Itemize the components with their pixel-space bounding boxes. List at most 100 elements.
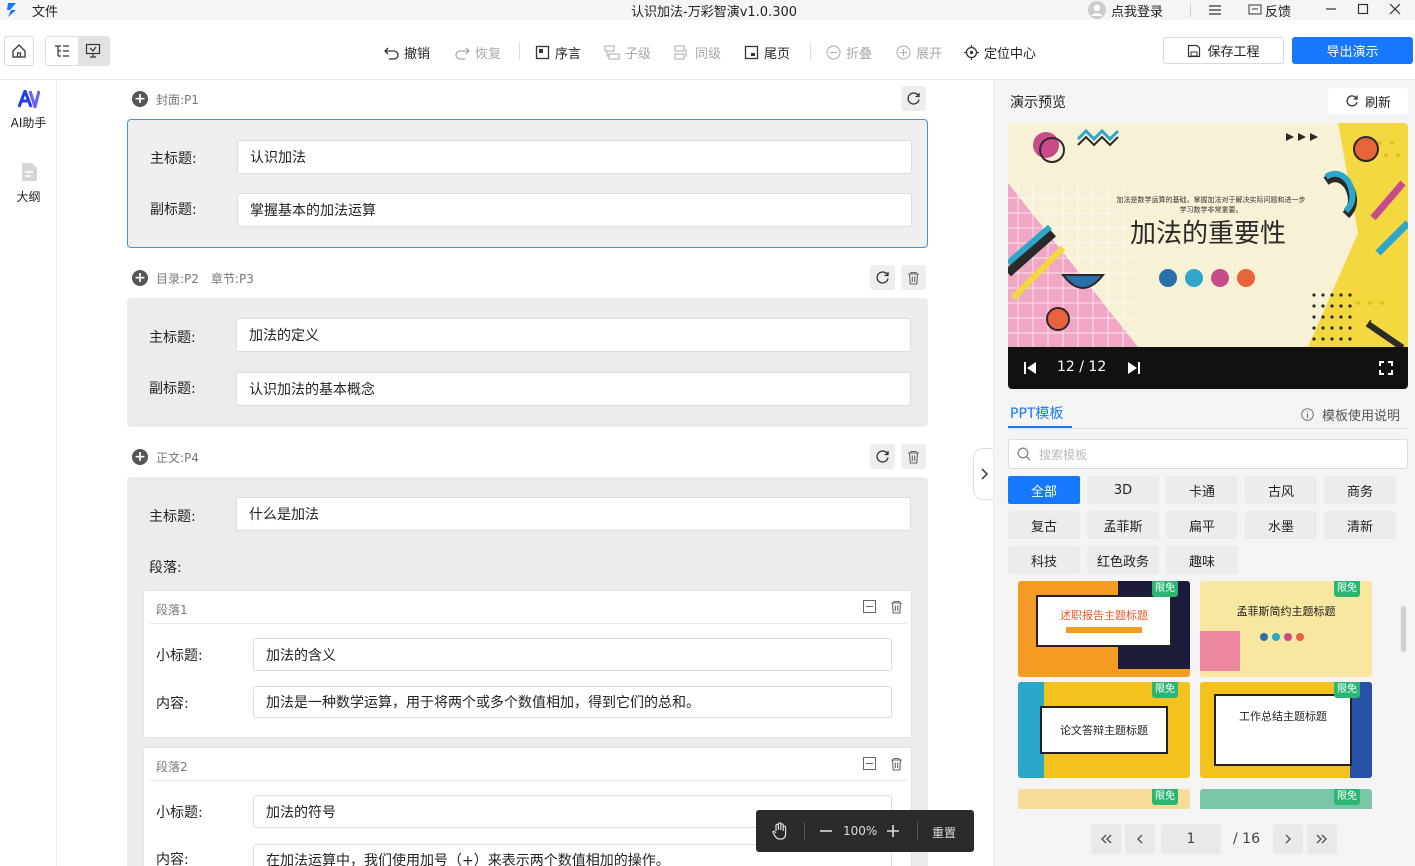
refresh-icon — [875, 449, 890, 464]
category-all[interactable]: 全部 — [1008, 476, 1080, 504]
toc-page-label: 目录:P2 — [156, 271, 199, 286]
left-rail: AI助手 大纲 — [0, 80, 57, 866]
delete-button[interactable] — [901, 265, 926, 290]
locate-center-button[interactable]: 定位中心 — [964, 42, 1036, 62]
collapse-paragraph-icon[interactable] — [863, 757, 876, 770]
collapse-button[interactable]: 折叠 — [826, 42, 872, 62]
close-icon[interactable] — [1389, 3, 1401, 15]
zoom-bar: 100% 重置 — [756, 810, 974, 852]
zoom-out-icon[interactable] — [819, 824, 833, 838]
template-thumbnail[interactable]: 限免 — [1018, 789, 1190, 809]
first-page-button[interactable] — [1091, 824, 1121, 854]
search-icon — [1017, 447, 1031, 461]
toggle-panel-button[interactable] — [973, 448, 993, 500]
maximize-icon[interactable] — [1357, 3, 1369, 15]
outline-nav[interactable]: 大纲 — [0, 162, 57, 205]
category-business[interactable]: 商务 — [1324, 476, 1396, 504]
zoom-reset-button[interactable]: 重置 — [932, 824, 956, 841]
sibling-icon — [674, 45, 690, 60]
login-button[interactable]: 点我登录 — [1088, 0, 1163, 20]
fullscreen-icon[interactable] — [1379, 361, 1393, 375]
add-icon[interactable]: + — [132, 270, 148, 286]
expand-button[interactable]: 展开 — [896, 42, 942, 62]
hand-tool-icon[interactable] — [770, 821, 790, 841]
zoom-in-icon[interactable] — [886, 824, 900, 838]
paragraph-content-input[interactable]: 加法是一种数学运算，用于将两个或多个数值相加，得到它们的总和。 — [253, 686, 892, 718]
paragraph-subheading-input[interactable]: 加法的含义 — [253, 638, 892, 671]
undo-button[interactable]: 撤销 — [384, 42, 430, 62]
collapse-icon — [826, 45, 841, 60]
category-retro[interactable]: 复古 — [1008, 511, 1080, 539]
sibling-button[interactable]: 同级 — [674, 42, 721, 62]
template-title: 工作总结主题标题 — [1239, 710, 1327, 723]
cover-card[interactable]: 主标题: 认识加法 副标题: 掌握基本的加法运算 — [127, 119, 928, 248]
free-badge: 限免 — [1334, 581, 1360, 597]
category-fresh[interactable]: 清新 — [1324, 511, 1396, 539]
divider — [519, 42, 520, 60]
cover-title-input[interactable]: 认识加法 — [237, 140, 912, 174]
add-icon[interactable]: + — [132, 91, 148, 107]
feedback-button[interactable]: 反馈 — [1248, 0, 1291, 20]
toc-card[interactable]: 主标题: 加法的定义 副标题: 认识加法的基本概念 — [127, 298, 928, 427]
category-red-gov[interactable]: 红色政务 — [1087, 546, 1159, 574]
trash-icon[interactable] — [890, 600, 903, 614]
prev-page-button[interactable] — [1125, 824, 1155, 854]
redo-button[interactable]: 恢复 — [455, 42, 501, 62]
save-project-button[interactable]: 保存工程 — [1163, 37, 1284, 64]
end-page-button[interactable]: 尾页 — [744, 42, 790, 62]
regenerate-button[interactable] — [870, 265, 895, 290]
skip-back-icon[interactable] — [1024, 362, 1037, 374]
template-thumbnail[interactable]: 工作总结主题标题 限免 — [1200, 682, 1372, 778]
end-page-icon — [744, 45, 759, 60]
file-menu[interactable]: 文件 — [32, 1, 58, 20]
outline-view-icon[interactable] — [46, 37, 78, 65]
export-button[interactable]: 导出演示 — [1292, 37, 1413, 64]
template-thumbnail[interactable]: 限免 — [1200, 789, 1372, 809]
child-button[interactable]: 子级 — [604, 42, 651, 62]
toc-subtitle-input[interactable]: 认识加法的基本概念 — [236, 372, 911, 406]
cover-subtitle-input[interactable]: 掌握基本的加法运算 — [237, 193, 912, 227]
presentation-view-icon[interactable] — [77, 37, 109, 65]
skip-forward-icon[interactable] — [1127, 362, 1140, 374]
tab-ppt-templates[interactable]: PPT模板 — [1010, 403, 1063, 423]
avatar-icon — [1088, 1, 1106, 19]
category-cartoon[interactable]: 卡通 — [1166, 476, 1238, 504]
collapse-paragraph-icon[interactable] — [863, 600, 876, 613]
page-input[interactable]: 1 — [1161, 824, 1221, 854]
trash-icon[interactable] — [890, 757, 903, 771]
template-search-input[interactable]: 搜索模板 — [1008, 439, 1408, 469]
add-icon[interactable]: + — [132, 449, 148, 465]
template-thumbnail[interactable]: 孟菲斯简约主题标题 限免 — [1200, 581, 1372, 677]
category-ink[interactable]: 水墨 — [1245, 511, 1317, 539]
toc-title-input[interactable]: 加法的定义 — [236, 318, 911, 352]
regenerate-button[interactable] — [870, 444, 895, 469]
category-memphis[interactable]: 孟菲斯 — [1087, 511, 1159, 539]
category-ancient[interactable]: 古风 — [1245, 476, 1317, 504]
template-thumbnail[interactable]: 论文答辩主题标题 限免 — [1018, 682, 1190, 778]
regenerate-button[interactable] — [901, 86, 926, 111]
paragraph-card[interactable]: 段落1 小标题: 加法的含义 内容: 加法是一种数学运算，用于将两个或多个数值相… — [143, 590, 912, 738]
category-3d[interactable]: 3D — [1087, 476, 1159, 504]
refresh-button[interactable]: 刷新 — [1328, 88, 1408, 114]
delete-button[interactable] — [901, 444, 926, 469]
menu-icon[interactable] — [1208, 3, 1222, 17]
slide-preview[interactable]: 加法是数学运算的基础，掌握加法对于解决实际问题和进一步学习数学非常重要。 加法的… — [1008, 123, 1408, 389]
preface-button[interactable]: 序言 — [535, 42, 581, 62]
ai-assistant-nav[interactable]: AI助手 — [0, 90, 57, 131]
body-title-input[interactable]: 什么是加法 — [236, 497, 911, 531]
category-fun[interactable]: 趣味 — [1166, 546, 1238, 574]
undo-icon — [384, 45, 399, 60]
last-page-button[interactable] — [1307, 824, 1337, 854]
template-help-link[interactable]: 模板使用说明 — [1301, 405, 1400, 424]
scrollbar-thumb[interactable] — [1401, 606, 1406, 652]
document-icon — [0, 162, 57, 182]
next-page-button[interactable] — [1273, 824, 1303, 854]
preface-icon — [535, 45, 550, 60]
home-button[interactable] — [4, 36, 34, 66]
subheading-label: 小标题: — [156, 648, 203, 664]
category-tech[interactable]: 科技 — [1008, 546, 1080, 574]
category-flat[interactable]: 扁平 — [1166, 511, 1238, 539]
minimize-icon[interactable] — [1325, 3, 1337, 15]
template-thumbnail[interactable]: 述职报告主题标题 限免 — [1018, 581, 1190, 677]
redo-icon — [455, 45, 470, 60]
